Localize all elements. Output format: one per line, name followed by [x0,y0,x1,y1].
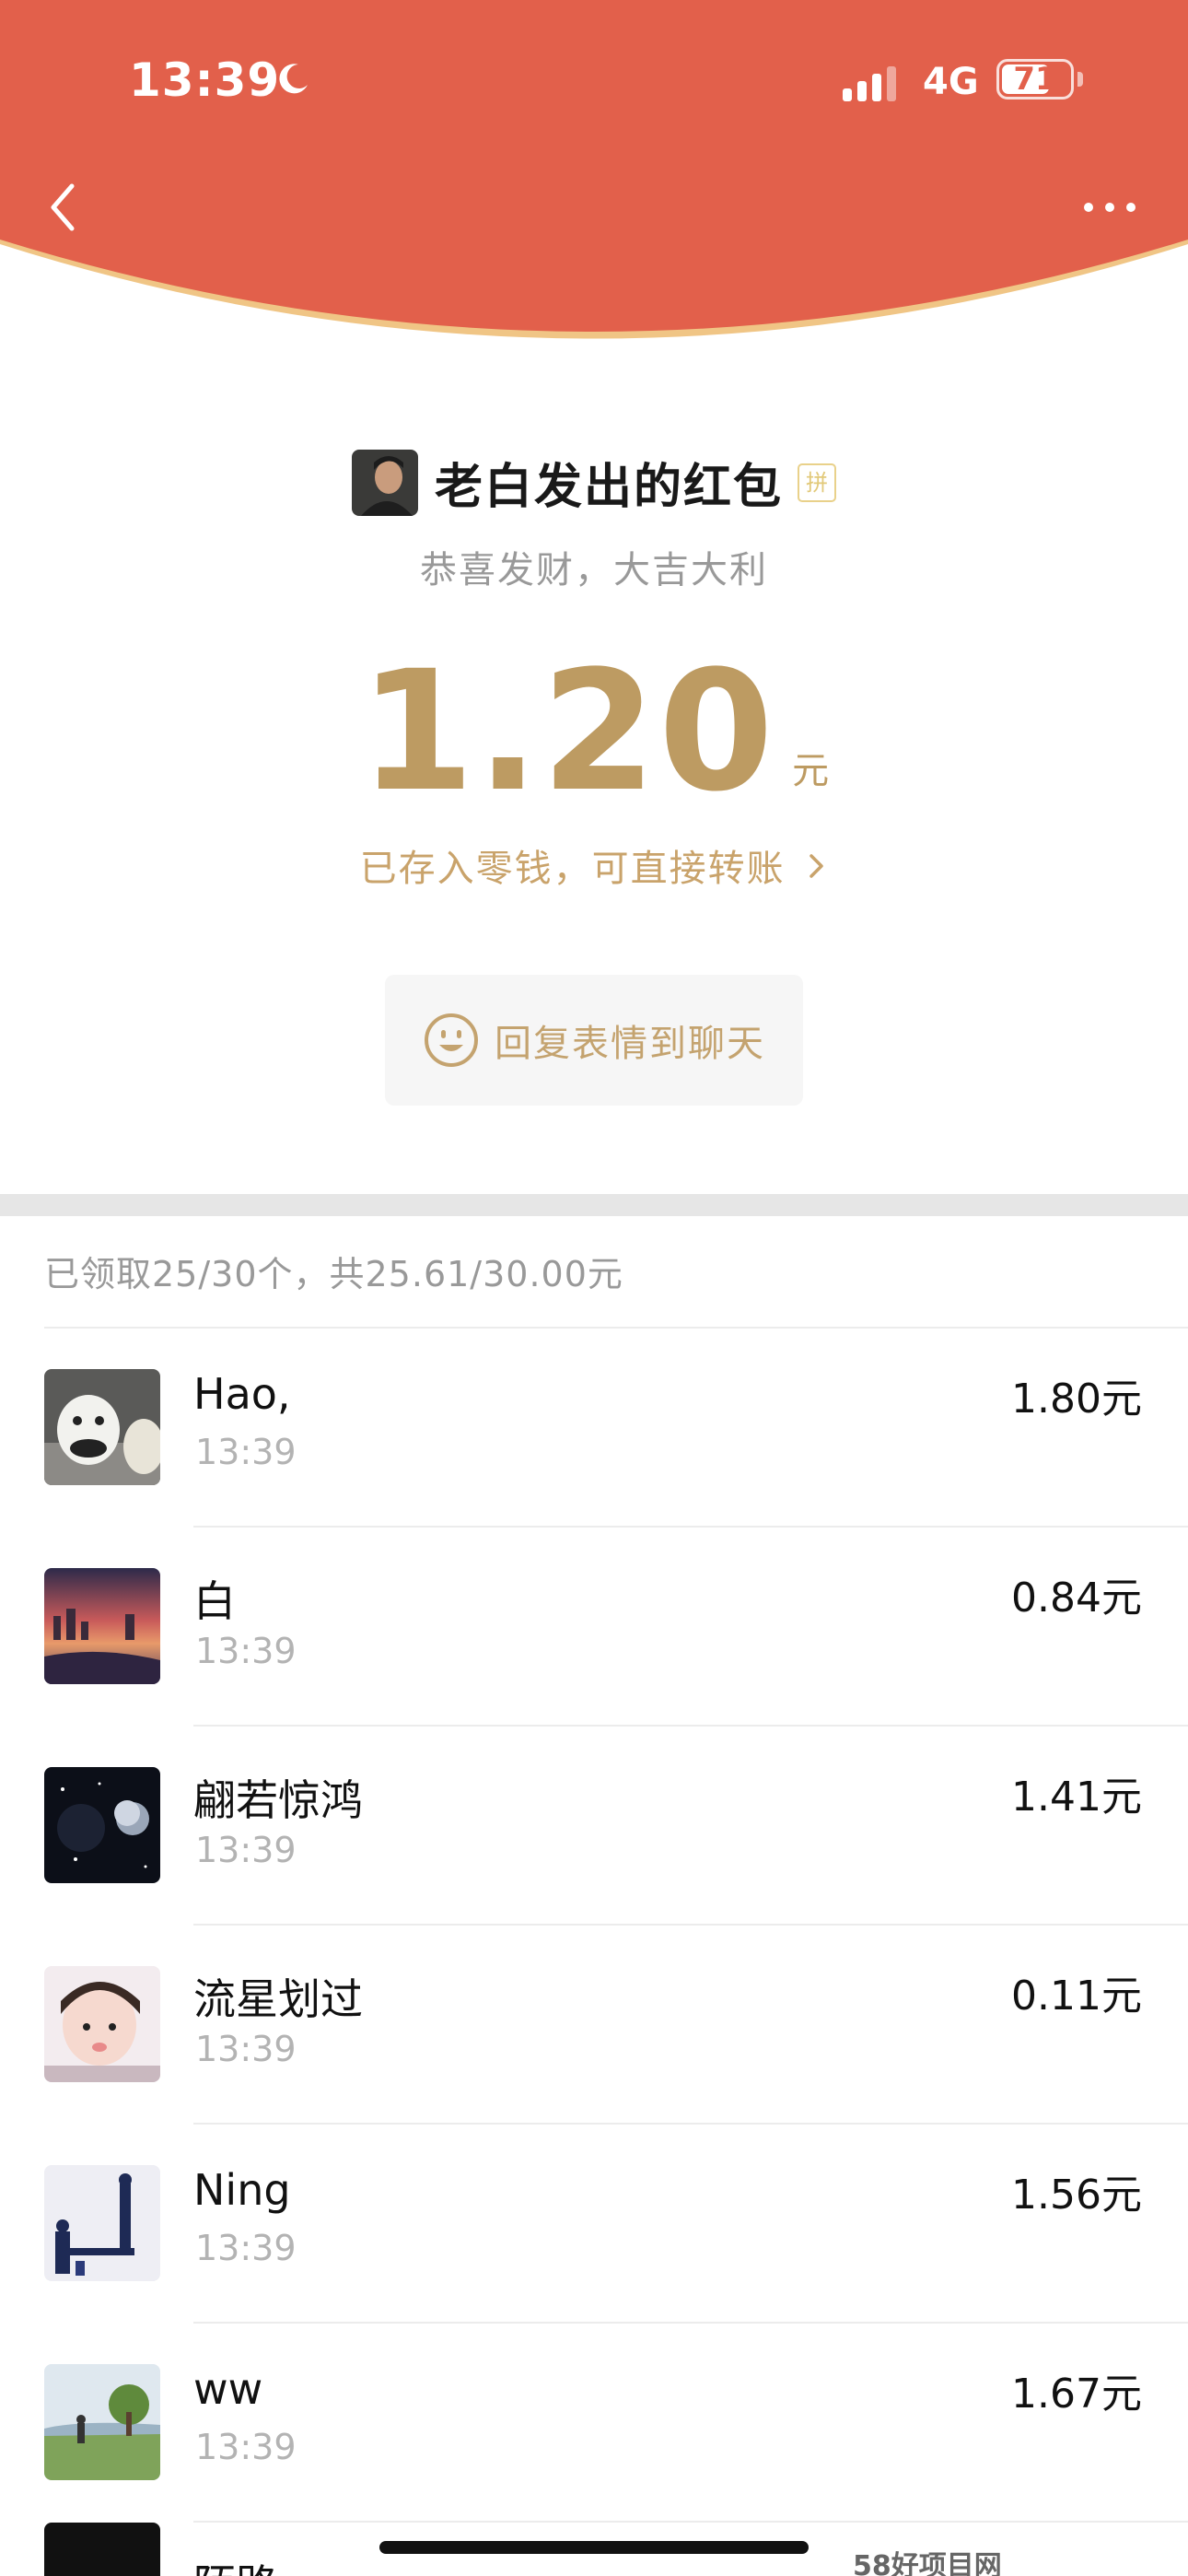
record-name: 白 [193,1576,236,1626]
partial-record-name: 陌路 [193,2552,278,2576]
record-avatar [44,1568,160,1684]
record-avatar [44,2364,160,2480]
record-time: 13:39 [195,1830,297,1870]
battery-percentage: 71 [1013,61,1057,98]
status-time: 13:39 [129,53,281,107]
list-item[interactable]: 流星划过 13:39 0.11元 [0,1926,1188,2125]
record-name: 翩若惊鸿 [193,1775,363,1825]
sender-row: 老白发出的红包 拼 [0,448,1188,521]
smiley-icon [425,1013,478,1067]
greeting-text: 恭喜发财，大吉大利 [420,549,768,591]
record-amount: 0.84元 [1011,1575,1142,1622]
list-item[interactable]: Ning 13:39 1.56元 [0,2125,1188,2324]
row-divider [193,2521,1188,2523]
chevron-right-icon [809,854,824,878]
record-amount: 1.80元 [1011,1376,1142,1423]
record-avatar [44,1966,160,2082]
record-avatar [44,2165,160,2281]
record-amount: 1.67元 [1011,2371,1142,2418]
list-item[interactable]: ww 13:39 1.67元 [0,2324,1188,2523]
sender-title: 老白发出的红包 [434,460,783,515]
section-separator [0,1194,1188,1216]
record-amount: 0.11元 [1011,1973,1142,2020]
list-item[interactable]: 白 13:39 0.84元 [0,1528,1188,1727]
network-type: 4G [923,61,979,103]
record-time: 13:39 [195,2427,297,2467]
record-name: ww [193,2364,263,2414]
sender-avatar[interactable] [351,449,418,516]
record-name: Hao, [193,1369,291,1419]
received-amount: 1.20 [358,636,776,828]
reply-label: 回复表情到聊天 [495,1023,765,1065]
deposit-text: 已存入零钱，可直接转账 [359,848,786,890]
list-item[interactable]: Hao, 13:39 1.80元 [0,1329,1188,1528]
pin-badge: 拼 [798,463,836,502]
partial-record-avatar [44,2523,160,2576]
record-time: 13:39 [195,1432,297,1472]
header: 13:39 4G 71 [0,0,1188,369]
battery-tip [1077,72,1083,87]
record-time: 13:39 [195,2228,297,2268]
amount-unit: 元 [792,750,830,792]
record-amount: 1.56元 [1011,2172,1142,2219]
reply-emoji-button[interactable]: 回复表情到聊天 [385,975,803,1106]
more-button[interactable] [1077,189,1142,226]
back-button[interactable] [41,175,87,240]
list-item[interactable]: 翩若惊鸿 13:39 1.41元 [0,1727,1188,1926]
record-avatar [44,1767,160,1883]
record-avatar [44,1369,160,1485]
home-indicator[interactable] [379,2541,809,2554]
amount-row: 1.20 元 [0,636,1188,828]
deposit-link[interactable]: 已存入零钱，可直接转账 [0,838,1188,892]
signal-icon [843,66,896,101]
battery-icon: 71 [996,59,1074,100]
watermark: 58好项目网www.58hxm.com [849,2543,1188,2576]
summary-text: 已领取25/30个，共25.61/30.00元 [44,1254,623,1294]
record-time: 13:39 [195,2029,297,2069]
record-list: Hao, 13:39 1.80元 白 13:39 0.84元 翩若惊鸿 13:3… [0,1329,1188,2523]
moon-icon [279,64,308,94]
record-name: 流星划过 [193,1974,363,2024]
record-time: 13:39 [195,1631,297,1671]
record-name: Ning [193,2165,291,2215]
record-amount: 1.41元 [1011,1774,1142,1821]
